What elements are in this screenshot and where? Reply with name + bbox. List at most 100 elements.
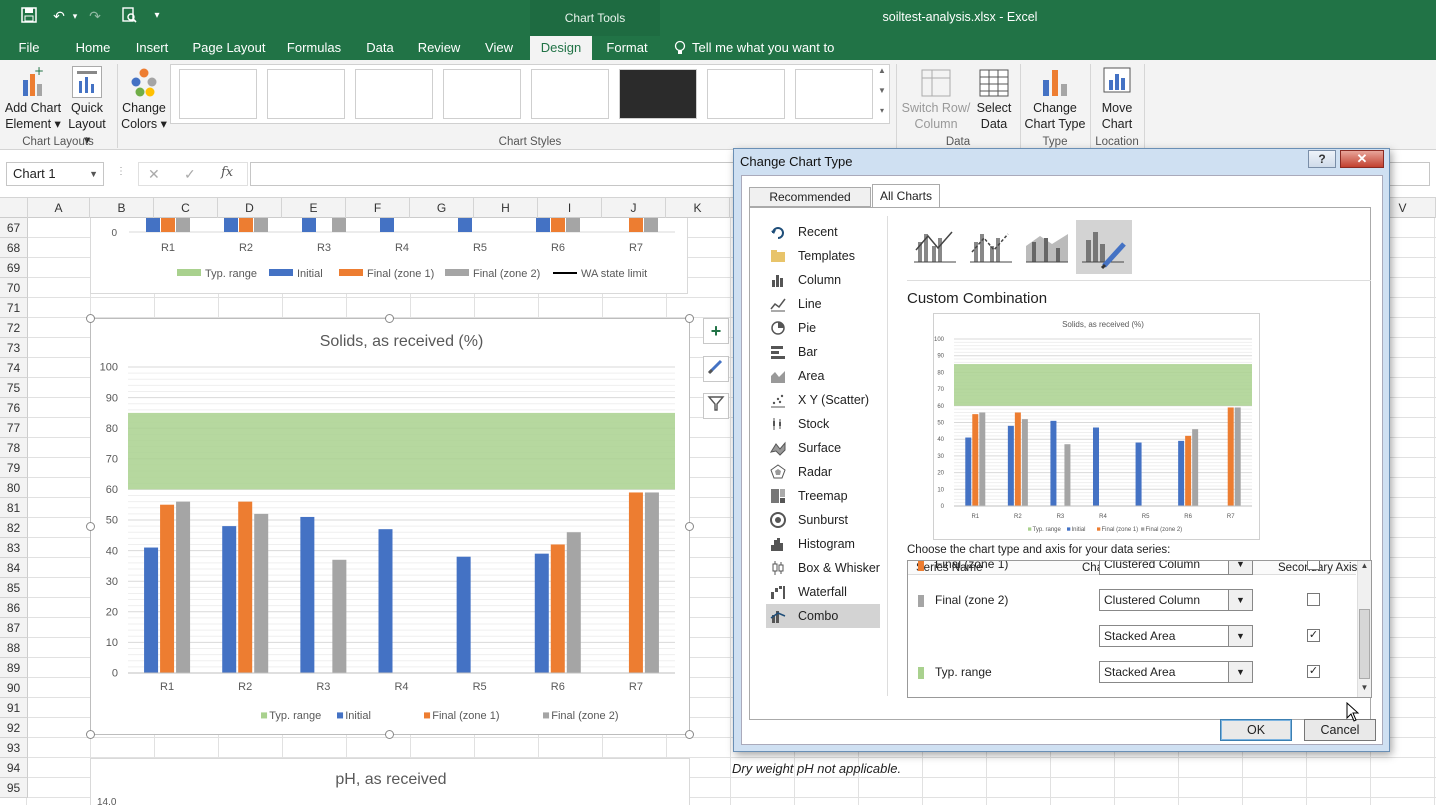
- add-chart-element-button[interactable]: Add Chart Element ▾: [2, 100, 64, 132]
- tab-format[interactable]: Format: [600, 36, 654, 60]
- print-preview-icon[interactable]: [120, 7, 138, 25]
- move-chart-button[interactable]: Move Chart: [1094, 100, 1140, 132]
- chart-type-box-whisker[interactable]: Box & Whisker: [766, 556, 880, 580]
- resize-handle[interactable]: [86, 522, 95, 531]
- chart-type-combo[interactable]: Combo: [766, 604, 880, 628]
- help-button[interactable]: ?: [1308, 150, 1336, 168]
- combo-column-line-secondary-icon[interactable]: [964, 220, 1020, 274]
- chart-style-1[interactable]: [179, 69, 257, 119]
- customize-qat-icon[interactable]: ▾: [148, 7, 166, 25]
- combo-clustered-column-line-icon[interactable]: [908, 220, 964, 274]
- tell-me-search[interactable]: Tell me what you want to do...: [692, 36, 862, 79]
- resize-handle[interactable]: [685, 314, 694, 323]
- tab-page-layout[interactable]: Page Layout: [190, 36, 268, 60]
- switch-row-column-button[interactable]: Switch Row/Column: [900, 100, 972, 132]
- chart-type-surface[interactable]: Surface: [766, 436, 880, 460]
- column-header[interactable]: B: [90, 198, 154, 218]
- row-header[interactable]: 91: [0, 698, 28, 718]
- resize-handle[interactable]: [385, 730, 394, 739]
- row-header[interactable]: 76: [0, 398, 28, 418]
- column-header[interactable]: K: [666, 198, 730, 218]
- chart-type-stock[interactable]: Stock: [766, 412, 880, 436]
- cancel-formula-icon[interactable]: ✕: [148, 166, 164, 182]
- chart-type-pie[interactable]: Pie: [766, 316, 880, 340]
- row-header[interactable]: 74: [0, 358, 28, 378]
- chart-style-8[interactable]: [795, 69, 873, 119]
- chart-style-3[interactable]: [355, 69, 433, 119]
- chart-type-x-y-scatter[interactable]: X Y (Scatter): [766, 388, 880, 412]
- cancel-button[interactable]: Cancel: [1304, 719, 1376, 741]
- column-header[interactable]: A: [28, 198, 90, 218]
- select-data-button[interactable]: Select Data: [970, 100, 1018, 132]
- secondary-axis-checkbox[interactable]: ✓: [1307, 665, 1320, 678]
- row-header[interactable]: 95: [0, 778, 28, 798]
- row-header[interactable]: 81: [0, 498, 28, 518]
- chart-style-4[interactable]: [443, 69, 521, 119]
- series-chart-type-select[interactable]: Stacked Area ▼: [1099, 661, 1253, 683]
- select-all-corner[interactable]: [0, 198, 28, 218]
- row-header[interactable]: 67: [0, 218, 28, 238]
- chart-type-column[interactable]: Column: [766, 268, 880, 292]
- chart-previous[interactable]: 0 R1 R2 R3 R4 R5 R6 R7 Typ. range Initial Final (z…: [90, 218, 688, 294]
- resize-handle[interactable]: [385, 314, 394, 323]
- tab-insert[interactable]: Insert: [130, 36, 174, 60]
- chart-style-6[interactable]: [619, 69, 697, 119]
- redo-icon[interactable]: ↷: [86, 7, 104, 25]
- row-header[interactable]: 92: [0, 718, 28, 738]
- change-colors-button[interactable]: Change Colors ▾: [120, 100, 168, 132]
- resize-handle[interactable]: [86, 730, 95, 739]
- combo-stacked-area-column-icon[interactable]: [1020, 220, 1076, 274]
- scroll-up-icon[interactable]: ▲: [1358, 561, 1371, 573]
- row-header[interactable]: 78: [0, 438, 28, 458]
- chart-type-area[interactable]: Area: [766, 364, 880, 388]
- column-header[interactable]: E: [282, 198, 346, 218]
- row-header[interactable]: 73: [0, 338, 28, 358]
- tab-file[interactable]: File: [8, 36, 50, 60]
- change-chart-type-button[interactable]: Change Chart Type: [1024, 100, 1086, 132]
- column-header[interactable]: C: [154, 198, 218, 218]
- close-icon[interactable]: ✕: [1340, 150, 1384, 168]
- gallery-scroll-up-icon[interactable]: ▲: [876, 66, 888, 82]
- ok-button[interactable]: OK: [1220, 719, 1292, 741]
- chart-type-line[interactable]: Line: [766, 292, 880, 316]
- tab-view[interactable]: View: [478, 36, 520, 60]
- chart-type-treemap[interactable]: Treemap: [766, 484, 880, 508]
- resize-handle[interactable]: [685, 730, 694, 739]
- column-header[interactable]: G: [410, 198, 474, 218]
- chart-type-sunburst[interactable]: Sunburst: [766, 508, 880, 532]
- chart-elements-plus-icon[interactable]: +: [703, 318, 729, 344]
- gallery-scroll-down-icon[interactable]: ▼: [876, 86, 888, 102]
- secondary-axis-checkbox[interactable]: [1307, 561, 1320, 570]
- row-header[interactable]: 90: [0, 678, 28, 698]
- chart-ph[interactable]: pH, as received 14.0: [90, 758, 690, 808]
- column-header[interactable]: J: [602, 198, 666, 218]
- chart-style-5[interactable]: [531, 69, 609, 119]
- name-box[interactable]: Chart 1 ▼: [6, 162, 104, 186]
- row-header[interactable]: 86: [0, 598, 28, 618]
- row-header[interactable]: 68: [0, 238, 28, 258]
- tab-recommended-charts[interactable]: Recommended Charts: [749, 187, 871, 222]
- scroll-down-icon[interactable]: ▼: [1358, 683, 1371, 695]
- column-header[interactable]: F: [346, 198, 410, 218]
- series-chart-type-select[interactable]: Stacked Area ▼: [1099, 625, 1253, 647]
- chart-styles-brush-icon[interactable]: [703, 356, 729, 382]
- tab-home[interactable]: Home: [70, 36, 116, 60]
- chart-type-waterfall[interactable]: Waterfall: [766, 580, 880, 604]
- secondary-axis-checkbox[interactable]: [1307, 593, 1320, 606]
- chart-filters-funnel-icon[interactable]: [703, 393, 729, 419]
- combo-custom-combination-icon[interactable]: [1076, 220, 1132, 274]
- undo-dropdown-icon[interactable]: ▾: [66, 7, 84, 25]
- column-header[interactable]: D: [218, 198, 282, 218]
- row-header[interactable]: 72: [0, 318, 28, 338]
- tab-data[interactable]: Data: [360, 36, 400, 60]
- gallery-more-icon[interactable]: ▾: [876, 106, 888, 122]
- row-header[interactable]: 71: [0, 298, 28, 318]
- row-header[interactable]: 82: [0, 518, 28, 538]
- row-header[interactable]: 80: [0, 478, 28, 498]
- insert-function-icon[interactable]: fx: [221, 165, 241, 183]
- resize-handle[interactable]: [685, 522, 694, 531]
- name-box-dropdown-icon[interactable]: ▼: [89, 163, 98, 185]
- row-header[interactable]: 93: [0, 738, 28, 758]
- resize-handle[interactable]: [86, 314, 95, 323]
- chevron-down-icon[interactable]: ▼: [1228, 590, 1252, 610]
